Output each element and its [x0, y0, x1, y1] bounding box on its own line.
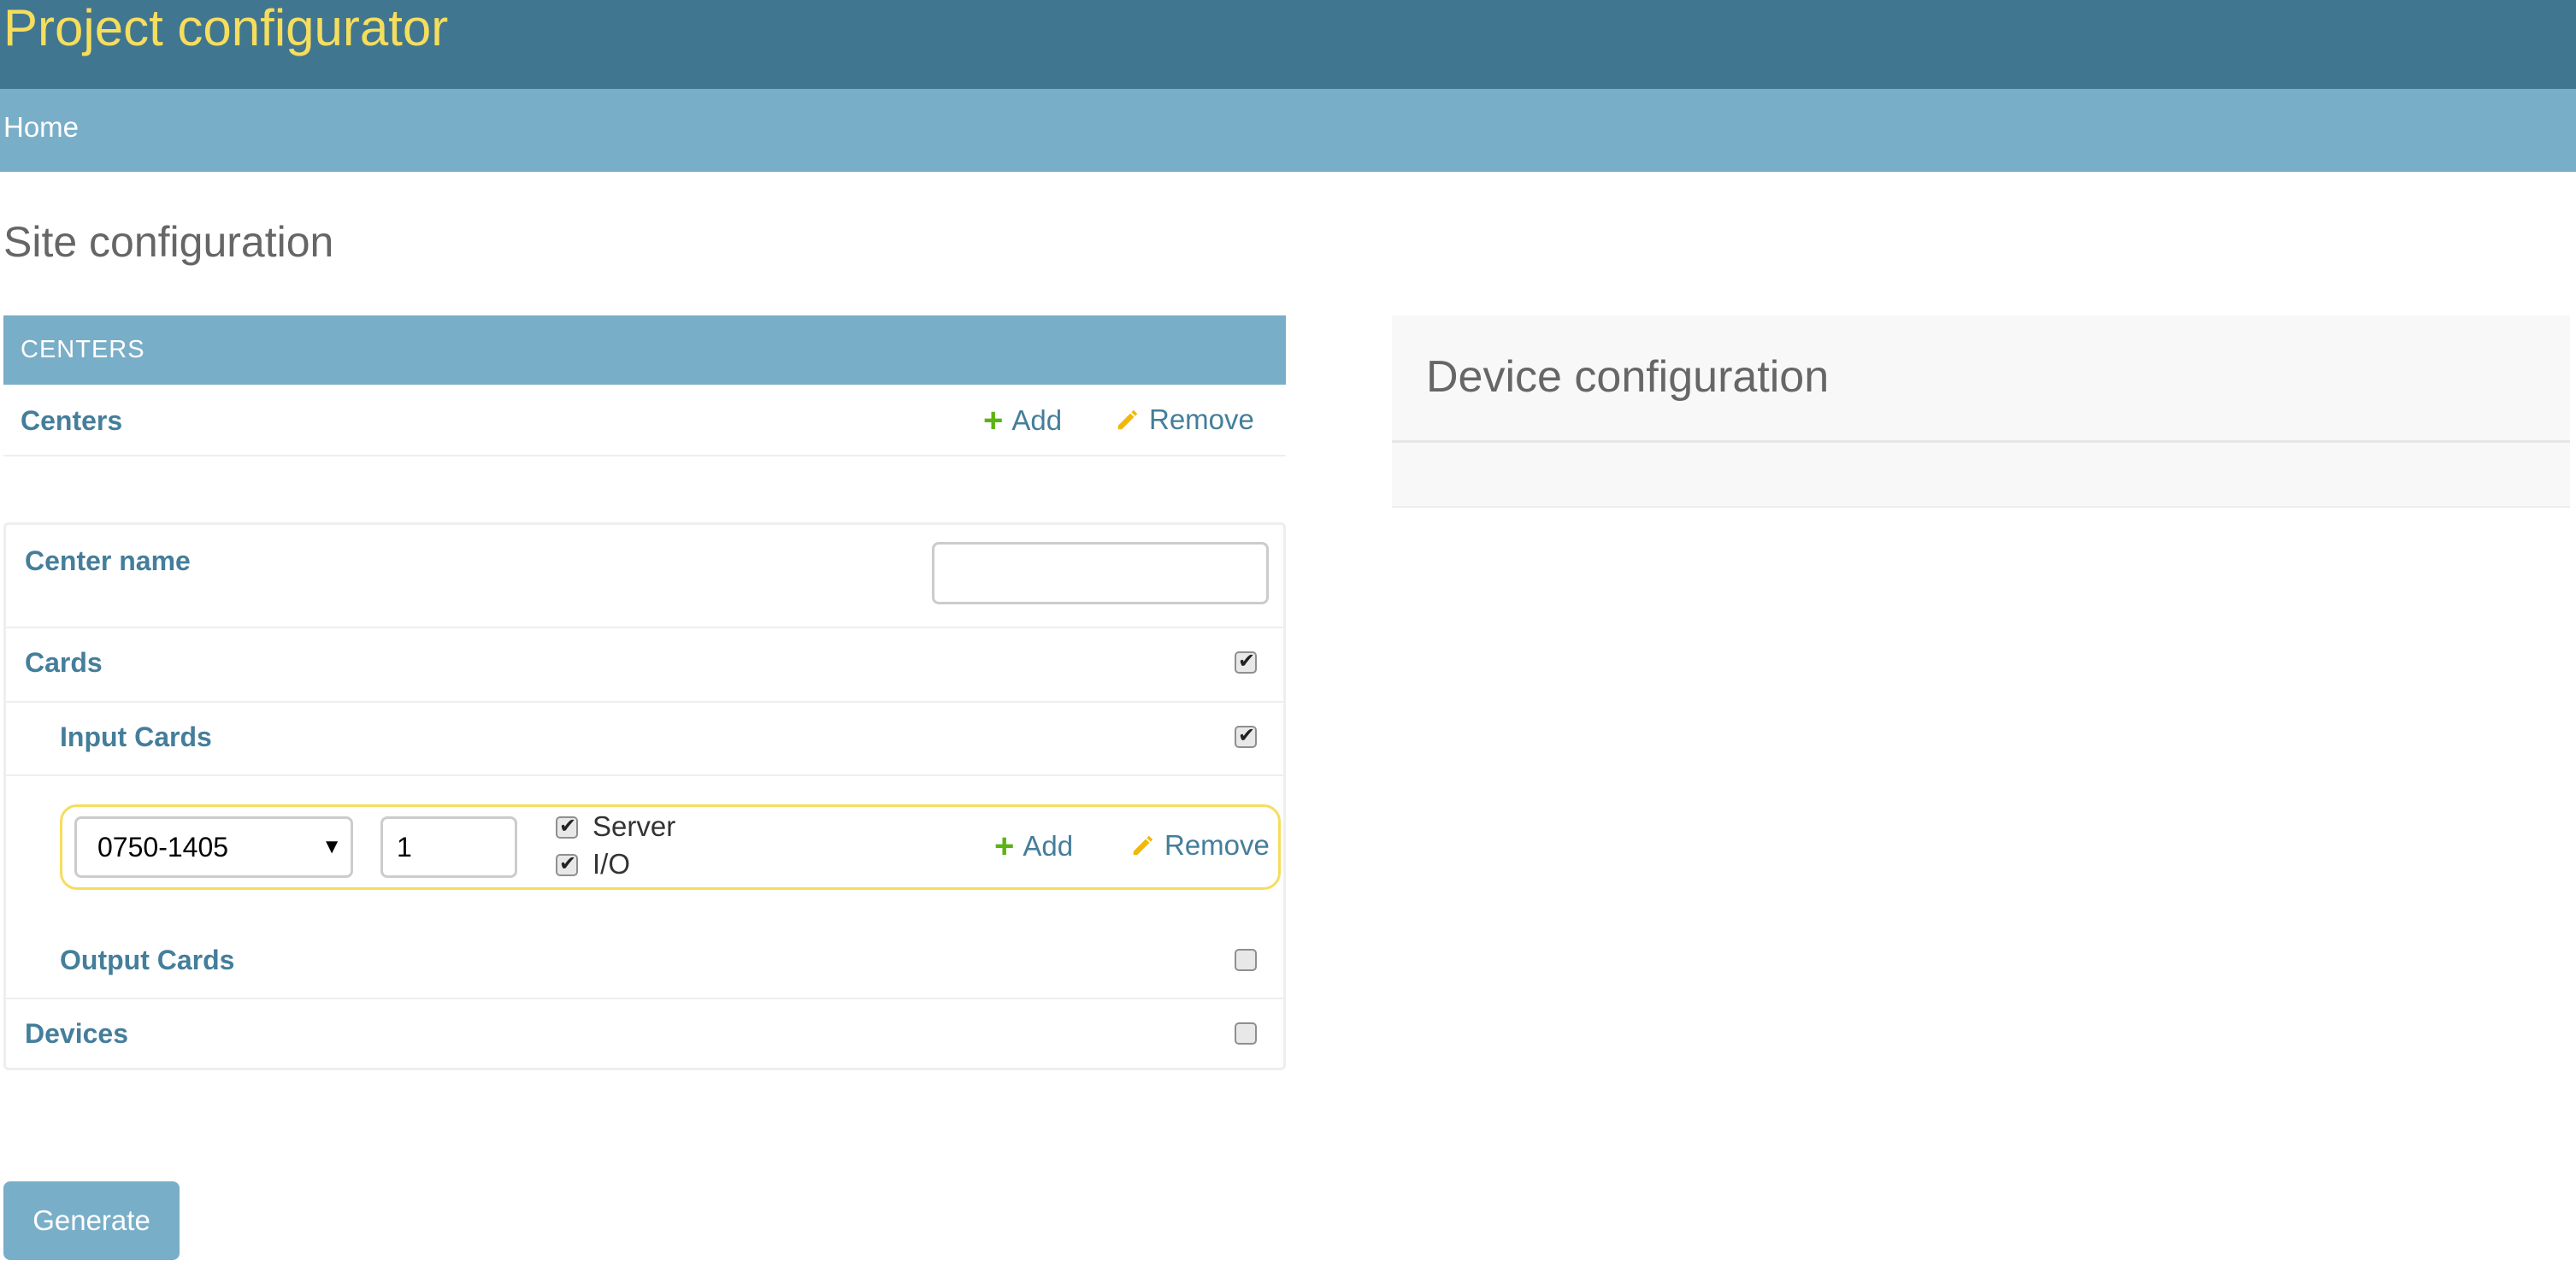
cards-row: Cards — [6, 628, 1283, 703]
input-card-entry: 0750-1405 ▼ Server I/O + Add Remove — [60, 804, 1281, 890]
center-form: Center name Cards Input Cards 0750-1405 … — [3, 522, 1286, 1070]
input-cards-checkbox[interactable] — [1235, 723, 1257, 748]
breadcrumb: Home — [0, 89, 2576, 172]
input-cards-row: Input Cards — [6, 703, 1283, 776]
device-panel-divider — [1392, 440, 2570, 443]
center-name-input[interactable] — [932, 542, 1269, 604]
devices-row: Devices — [6, 999, 1283, 1068]
app-root: Project configurator Home Site configura… — [0, 0, 2576, 1266]
centers-remove-label: Remove — [1149, 403, 1254, 435]
plus-icon: + — [983, 402, 1004, 439]
cards-label: Cards — [25, 647, 103, 678]
devices-label: Devices — [25, 1018, 128, 1049]
centers-row: Centers + Add Remove — [3, 385, 1286, 456]
card-remove-link[interactable]: Remove — [1130, 829, 1270, 862]
centers-remove-link[interactable]: Remove — [1115, 403, 1254, 436]
card-add-label: Add — [1023, 830, 1074, 862]
output-cards-checkbox[interactable] — [1235, 949, 1257, 971]
card-quantity-input[interactable] — [380, 816, 517, 878]
card-remove-label: Remove — [1164, 829, 1270, 861]
site-title: Project configurator — [3, 0, 449, 56]
server-label: Server — [592, 810, 676, 842]
centers-label: Centers — [21, 405, 123, 436]
cards-checkbox[interactable] — [1235, 649, 1257, 674]
server-checkbox[interactable] — [556, 814, 578, 839]
centers-add-label: Add — [1011, 404, 1063, 436]
pencil-icon — [1133, 835, 1153, 856]
plus-icon: + — [994, 827, 1015, 865]
card-part-select[interactable]: 0750-1405 ▼ — [74, 816, 353, 878]
io-checkbox[interactable] — [556, 851, 578, 876]
page-title: Site configuration — [3, 218, 334, 266]
io-label: I/O — [592, 848, 631, 880]
center-name-row: Center name — [6, 525, 1283, 628]
centers-add-link[interactable]: + Add — [983, 403, 1062, 438]
centers-caption: CENTERS — [3, 315, 1286, 385]
input-cards-label: Input Cards — [60, 721, 212, 752]
output-cards-label: Output Cards — [60, 945, 235, 975]
card-add-link[interactable]: + Add — [994, 829, 1073, 863]
device-configuration-title: Device configuration — [1426, 352, 1830, 402]
pencil-icon — [1117, 409, 1138, 430]
generate-button[interactable]: Generate — [3, 1181, 180, 1260]
header-bar: Project configurator — [0, 0, 2576, 89]
card-part-value: 0750-1405 — [97, 832, 229, 863]
center-name-label: Center name — [25, 545, 191, 576]
device-configuration-panel: Device configuration — [1392, 315, 2570, 508]
breadcrumb-home-link[interactable]: Home — [3, 111, 79, 144]
chevron-down-icon: ▼ — [321, 835, 342, 858]
devices-checkbox[interactable] — [1235, 1022, 1257, 1045]
output-cards-row: Output Cards — [6, 926, 1283, 999]
